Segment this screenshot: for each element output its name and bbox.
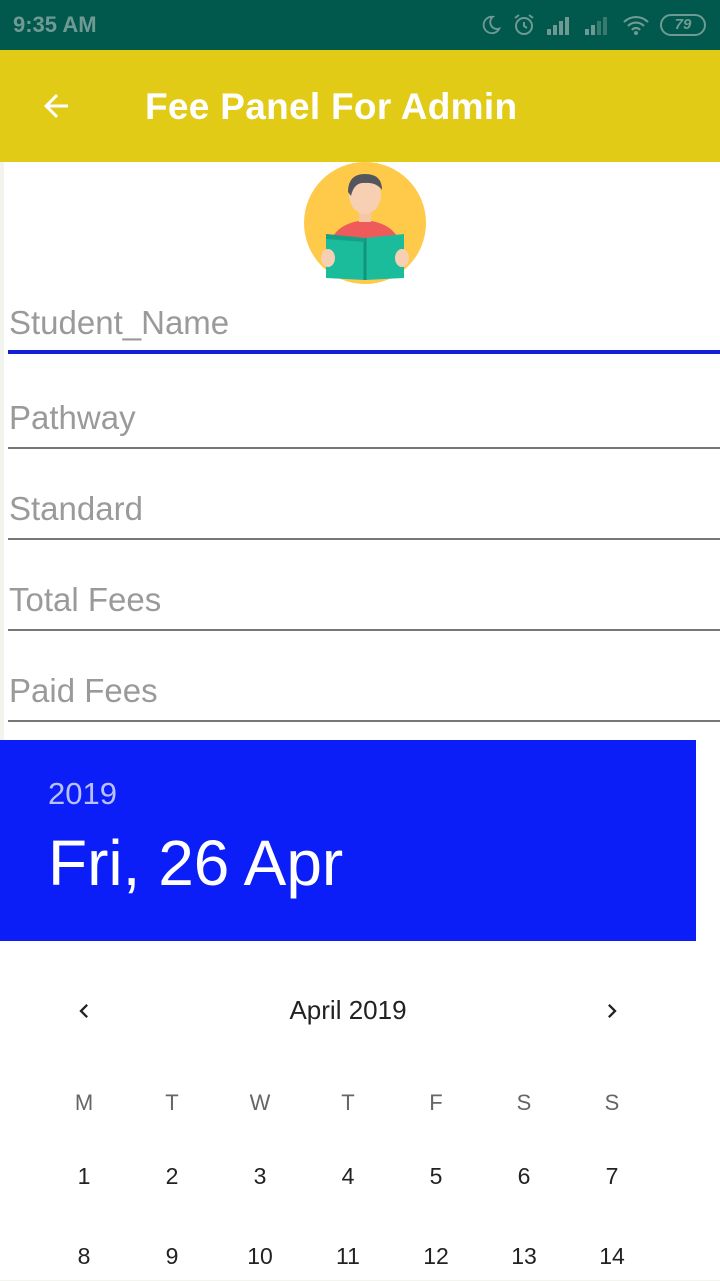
next-month-button[interactable]: [584, 983, 640, 1039]
calendar-day[interactable]: 2: [142, 1151, 202, 1201]
standard-field[interactable]: Standard: [8, 480, 720, 540]
selected-date[interactable]: Fri, 26 Apr: [48, 826, 343, 900]
field-underline: [8, 350, 720, 354]
weekday-label: T: [165, 1090, 179, 1115]
wifi-icon: [623, 15, 649, 35]
signal-icon: [547, 17, 569, 35]
calendar-day[interactable]: 9: [142, 1231, 202, 1281]
arrow-left-icon: [44, 94, 68, 118]
calendar-day[interactable]: 3: [230, 1151, 290, 1201]
student-name-field[interactable]: Student_Name: [8, 294, 720, 354]
status-icons: 79: [480, 12, 706, 38]
total-fees-field[interactable]: Total Fees: [8, 571, 720, 631]
paid-fees-placeholder: Paid Fees: [9, 672, 158, 709]
pathway-field[interactable]: Pathway: [8, 389, 720, 449]
weekday-label: T: [341, 1090, 355, 1115]
calendar-day[interactable]: 11: [318, 1231, 378, 1281]
total-fees-placeholder: Total Fees: [9, 581, 162, 618]
calendar-day[interactable]: 8: [54, 1231, 114, 1281]
date-picker-header: 2019 Fri, 26 Apr: [0, 740, 696, 941]
calendar-day[interactable]: 7: [582, 1151, 642, 1201]
weekday-label: S: [516, 1090, 532, 1115]
chevron-right-icon: [608, 1004, 617, 1018]
paid-fees-field[interactable]: Paid Fees: [8, 662, 720, 722]
app-bar: Fee Panel For Admin: [0, 50, 720, 162]
field-underline: [8, 629, 720, 631]
year-selector[interactable]: 2019: [48, 776, 117, 812]
weekday-label: M: [74, 1090, 94, 1115]
field-underline: [8, 538, 720, 540]
calendar-day[interactable]: 10: [230, 1231, 290, 1281]
alarm-icon: [514, 14, 534, 35]
calendar-day[interactable]: 13: [494, 1231, 554, 1281]
calendar: April 2019 M T W T F S S 1 2 3 4 5 6 7 8…: [0, 941, 720, 1280]
signal-icon: [585, 17, 607, 35]
field-underline: [8, 447, 720, 449]
calendar-day[interactable]: 5: [406, 1151, 466, 1201]
calendar-day[interactable]: 6: [494, 1151, 554, 1201]
student-name-placeholder: Student_Name: [9, 304, 230, 341]
calendar-day[interactable]: 4: [318, 1151, 378, 1201]
field-underline: [8, 720, 720, 722]
weekday-label: S: [604, 1090, 620, 1115]
weekday-label: F: [429, 1090, 443, 1115]
calendar-day[interactable]: 1: [54, 1151, 114, 1201]
battery-icon: 79: [660, 14, 706, 36]
status-bar: 9:35 AM 79: [0, 0, 720, 50]
standard-placeholder: Standard: [9, 490, 143, 527]
calendar-day[interactable]: 14: [582, 1231, 642, 1281]
calendar-day[interactable]: 12: [406, 1231, 466, 1281]
status-time: 9:35 AM: [13, 12, 97, 37]
page-title: Fee Panel For Admin: [145, 86, 518, 127]
back-button[interactable]: [28, 78, 84, 134]
moon-icon: [482, 15, 502, 35]
pathway-placeholder: Pathway: [9, 399, 136, 436]
weekday-label: W: [249, 1090, 271, 1115]
student-reading-icon: [304, 162, 426, 284]
